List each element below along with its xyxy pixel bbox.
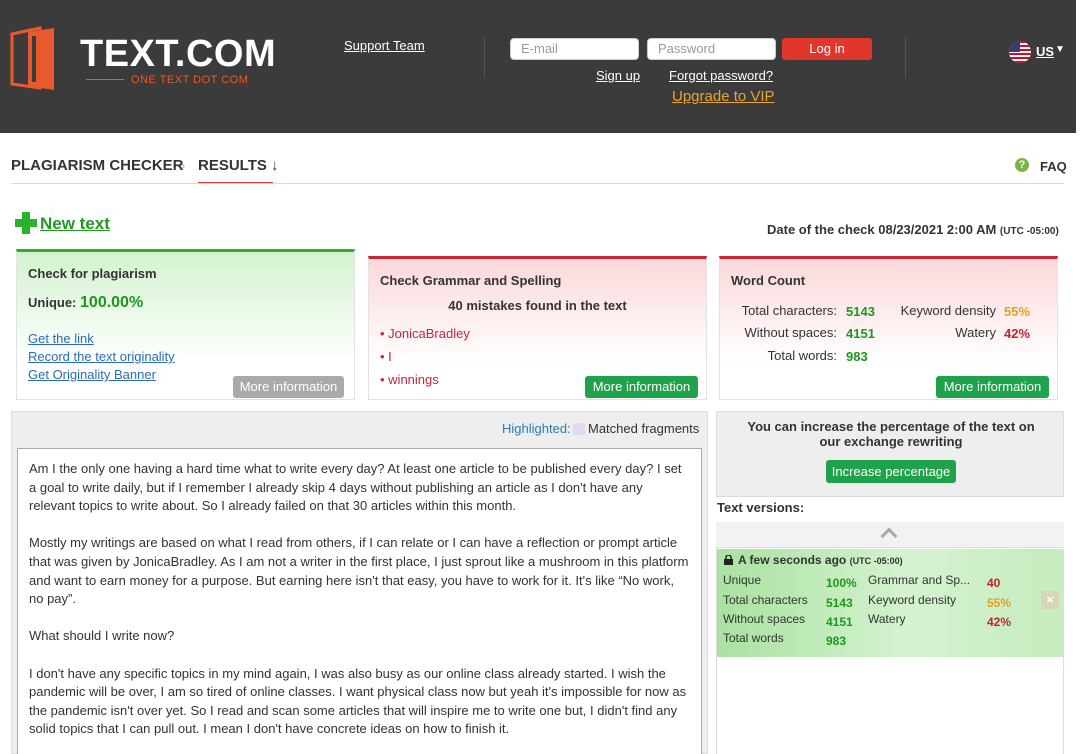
version-watery-value: 42% [987,615,1012,629]
word-count-card: Word Count Total characters: 5143 Withou… [719,256,1058,400]
grammar-summary: 40 mistakes found in the text [448,298,627,313]
version-total-chars-label: Total characters [723,593,808,607]
breadcrumb-separator: › [181,158,186,173]
version-total-words-label: Total words [723,631,784,645]
support-team-link[interactable]: Support Team [344,38,425,53]
faq-link[interactable]: FAQ [1040,159,1067,174]
keyword-density-label: Keyword density [900,303,996,318]
grammar-title: Check Grammar and Spelling [380,273,562,288]
mistake-item[interactable]: • JonicaBradley [380,326,470,341]
version-watery-label: Watery [868,612,906,626]
version-keyword-label: Keyword density [868,593,957,607]
version-total-chars-value: 5143 [826,596,853,610]
total-words-label: Total words: [767,348,837,363]
plus-icon[interactable] [15,212,37,234]
check-date: Date of the check 08/23/2021 2:00 AM (UT… [767,222,1059,237]
highlight-legend-label: Highlighted: [502,421,571,436]
word-count-more-button[interactable]: More information [936,376,1049,398]
breadcrumb-results[interactable]: RESULTS ↓ [198,157,279,174]
login-button[interactable]: Log in [782,38,872,60]
text-versions-title: Text versions: [717,500,805,515]
logo-divider [86,79,124,80]
mistake-item[interactable]: • winnings [380,372,439,387]
forgot-password-link[interactable]: Forgot password? [669,68,773,83]
upgrade-vip-link[interactable]: Upgrade to VIP [672,88,775,105]
get-link[interactable]: Get the link [28,331,94,346]
header-divider [905,36,906,78]
originality-banner-link[interactable]: Get Originality Banner [28,367,156,382]
version-unique-label: Unique [723,573,762,587]
keyword-density-value: 55% [1004,304,1031,319]
without-spaces-label: Without spaces: [744,325,838,340]
lock-icon [724,555,733,565]
version-total-words-value: 983 [826,634,847,648]
us-flag-icon[interactable] [1009,41,1031,63]
unique-value: 100.00% [80,294,144,311]
header-divider [484,36,485,78]
version-timezone: (UTC -05:00) [849,556,903,566]
unique-score: Unique: 100.00% [28,294,143,312]
plagiarism-more-button[interactable]: More information [233,376,344,398]
chevron-up-icon [880,527,898,545]
text-paragraph: What should I write now? [29,628,175,644]
grammar-more-button[interactable]: More information [585,376,698,398]
without-spaces-value: 4151 [846,326,875,341]
check-date-timezone: (UTC -05:00) [999,226,1059,237]
password-field[interactable]: Password [647,38,776,60]
increase-percentage-button[interactable]: Increase percentage [826,460,956,483]
version-time: A few seconds ago (UTC -05:00) [738,553,903,567]
version-grammar-label: Grammar and Sp... [868,573,971,587]
scroll-up-button[interactable] [716,522,1064,548]
language-selector[interactable]: US [1036,44,1054,59]
chevron-down-icon[interactable]: ▼ [1055,44,1065,55]
email-field[interactable]: E-mail [510,38,639,60]
total-words-value: 983 [846,349,868,364]
grammar-card: Check Grammar and Spelling 40 mistakes f… [368,256,707,400]
matched-fragments-label: Matched fragments [588,421,700,436]
version-grammar-value: 40 [987,576,1001,590]
version-time-label: A few seconds ago [738,553,847,567]
check-date-label: Date of the check 08/23/2021 2:00 AM [767,222,997,237]
plagiarism-card: Check for plagiarism Unique: 100.00% Get… [16,249,355,400]
total-chars-label: Total characters: [741,303,837,318]
increase-text: You can increase the percentage of the t… [747,419,1035,449]
watery-value: 42% [1004,326,1031,341]
matched-swatch [573,423,585,435]
checked-text-area[interactable]: Am I the only one having a hard time wha… [17,448,702,754]
close-icon[interactable]: × [1041,591,1059,609]
watery-label: Watery [955,325,996,340]
text-paragraph: Am I the only one having a hard time wha… [29,461,682,514]
total-chars-value: 5143 [846,304,875,319]
logo-door-icon[interactable] [10,26,58,92]
word-count-title: Word Count [731,273,806,288]
record-originality-link[interactable]: Record the text originality [28,349,175,364]
mistake-item[interactable]: • I [380,349,392,364]
plagiarism-title: Check for plagiarism [28,266,157,281]
text-paragraph: Mostly my writings are based on what I r… [29,535,689,607]
site-header: TEXT.COM ONE TEXT DOT COM Support Team E… [0,0,1076,133]
version-without-spaces-label: Without spaces [723,612,806,626]
text-paragraph: I don't have any specific topics in my m… [29,665,687,737]
increase-box: You can increase the percentage of the t… [716,411,1064,497]
new-text-link[interactable]: New text [40,214,110,234]
unique-label: Unique: [28,295,77,310]
signup-link[interactable]: Sign up [596,68,640,83]
version-without-spaces-value: 4151 [826,615,853,629]
logo-text[interactable]: TEXT.COM [80,34,276,74]
version-keyword-value: 55% [987,596,1012,610]
help-icon[interactable]: ? [1015,158,1029,172]
version-unique-value: 100% [826,576,857,590]
breadcrumb-root[interactable]: PLAGIARISM CHECKER [11,157,184,174]
breadcrumb-rule [11,183,1064,184]
logo-tagline: ONE TEXT DOT COM [131,74,249,86]
